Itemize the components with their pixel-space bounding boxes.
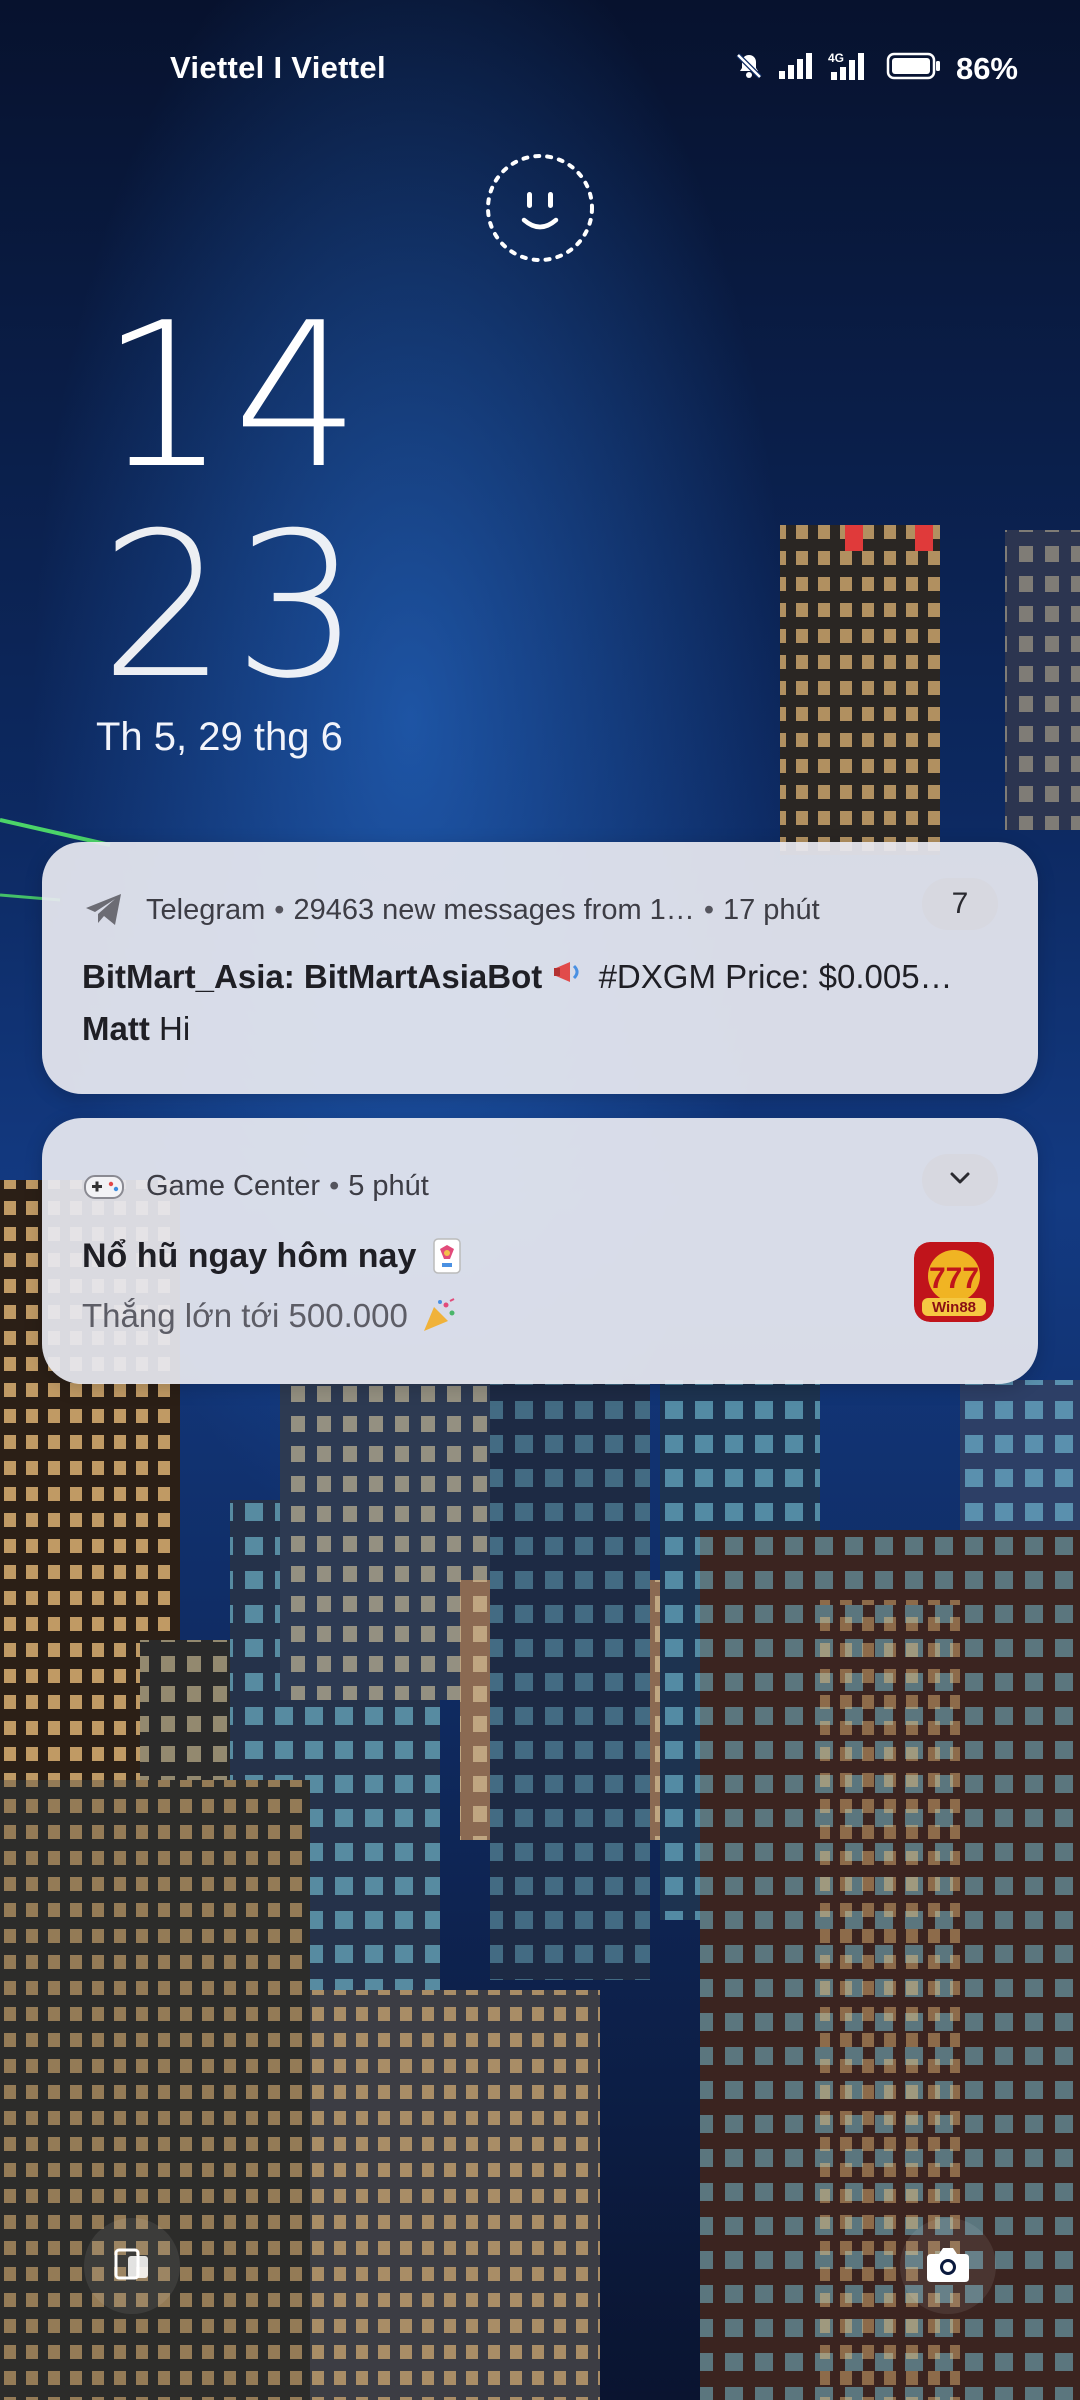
notification-title: Nổ hũ ngay hôm nay — [82, 1236, 466, 1276]
camera-icon — [925, 2244, 971, 2289]
svg-text:777: 777 — [929, 1262, 979, 1295]
message-line: Matt Hi — [82, 1010, 998, 1048]
gamepad-icon — [82, 1164, 126, 1208]
thumbnail-label: Win88 — [932, 1299, 976, 1316]
win88-thumbnail: 777 Win88 — [914, 1242, 994, 1322]
status-bar: Viettel I Viettel 4G 86% — [0, 0, 1080, 140]
carrier-name: Viettel I Viettel — [170, 50, 386, 85]
lock-date: Th 5, 29 thg 6 — [96, 715, 343, 759]
message-text: Hi — [159, 1010, 191, 1047]
wallet-shortcut-button[interactable] — [84, 2218, 180, 2314]
joker-card-icon — [428, 1236, 466, 1276]
telegram-icon — [82, 888, 126, 932]
camera-shortcut-button[interactable] — [900, 2218, 996, 2314]
notification-header: Game Center • 5 phút — [82, 1158, 998, 1214]
dot-separator: • — [274, 893, 285, 926]
battery-icon — [886, 51, 942, 86]
notification-header: Telegram • 29463 new messages from 1… • … — [82, 882, 998, 938]
notification-game-center[interactable]: Game Center • 5 phút Nổ hũ ngay hôm nay … — [42, 1118, 1038, 1384]
message-text: #DXGM Price: $0.005… — [598, 958, 953, 995]
notification-telegram[interactable]: Telegram • 29463 new messages from 1… • … — [42, 842, 1038, 1094]
app-name: Game Center — [146, 1169, 321, 1202]
notification-summary: 29463 new messages from 1… — [293, 893, 695, 926]
face-unlock-icon[interactable] — [482, 150, 598, 266]
message-line: BitMart_Asia: BitMartAsiaBot #DXGM Price… — [82, 952, 998, 996]
notification-count-badge[interactable]: 7 — [922, 878, 998, 930]
notification-title-text: Nổ hũ ngay hôm nay — [82, 1236, 417, 1275]
signal-icon — [778, 51, 814, 86]
message-sender: BitMart_Asia: BitMartAsiaBot — [82, 958, 543, 995]
chevron-down-icon — [949, 1171, 971, 1190]
mute-bell-icon — [734, 51, 764, 86]
status-icons: 4G 86% — [734, 50, 1018, 87]
battery-percent: 86% — [955, 50, 1018, 86]
megaphone-icon — [551, 952, 589, 992]
expand-button[interactable] — [922, 1154, 998, 1206]
notification-body: Thắng lớn tới 500.000 — [82, 1296, 458, 1336]
clock-hour: 14 — [100, 280, 367, 513]
dot-separator: • — [329, 1169, 340, 1202]
app-name: Telegram — [146, 893, 266, 926]
clock-minute: 23 — [100, 490, 367, 723]
notification-body-text: Thắng lớn tới 500.000 — [82, 1297, 408, 1334]
wallet-card-icon — [110, 2242, 154, 2291]
signal-4g-icon: 4G — [828, 50, 872, 87]
dot-separator: • — [703, 893, 714, 926]
notification-time: 5 phút — [348, 1169, 429, 1202]
notification-time: 17 phút — [722, 893, 820, 926]
message-sender: Matt — [82, 1010, 150, 1047]
svg-text:4G: 4G — [828, 51, 844, 65]
party-popper-icon — [420, 1296, 458, 1336]
